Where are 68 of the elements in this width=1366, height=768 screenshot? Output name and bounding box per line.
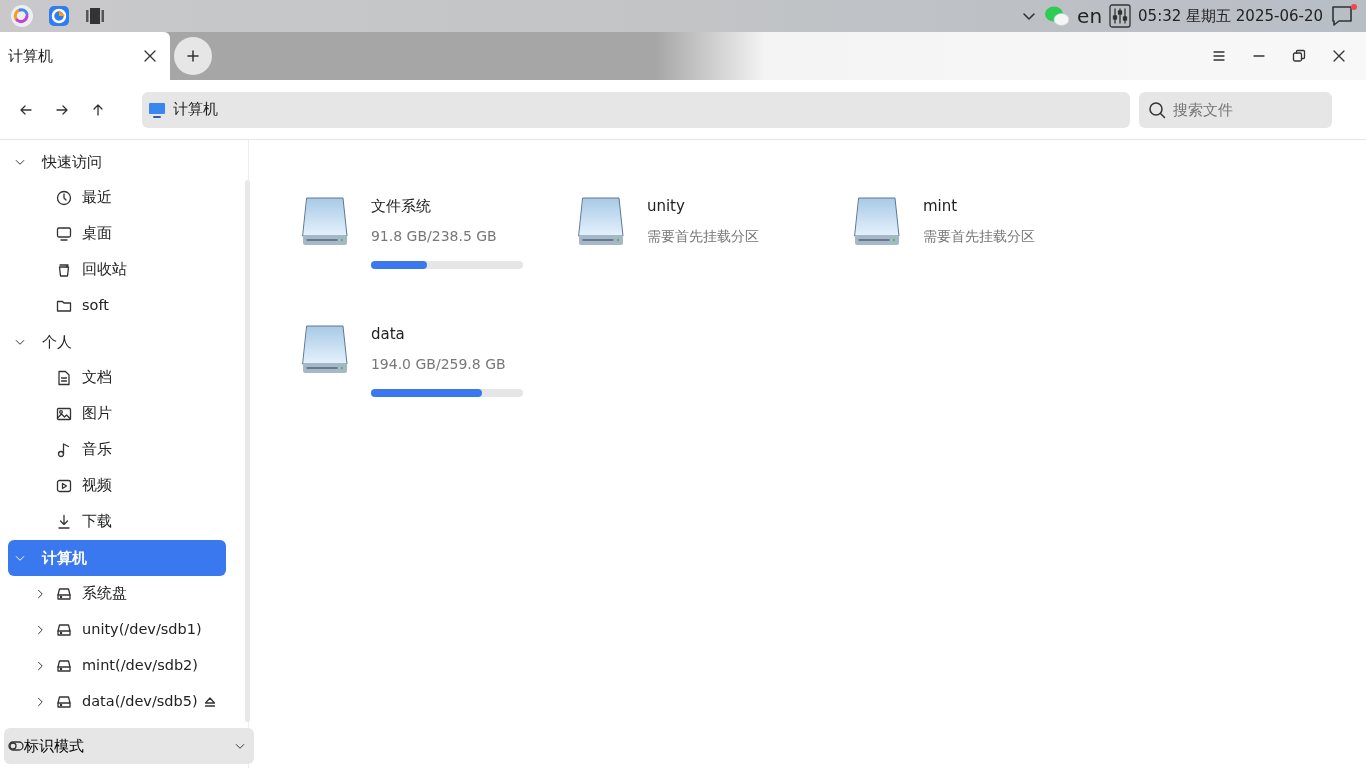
drive-icon — [56, 586, 72, 602]
window-switcher-icon[interactable] — [84, 5, 106, 27]
address-path[interactable]: 计算机 — [173, 98, 218, 121]
drive-name: data — [370, 324, 406, 345]
drive-icon — [56, 694, 72, 710]
drive-icon — [56, 622, 72, 638]
drive-name: mint — [922, 196, 959, 217]
drive-item[interactable]: mint 需要首先挂载分区 — [852, 195, 1129, 323]
drive-name: 文件系统 — [370, 196, 432, 217]
drive-detail: 需要首先挂载分区 — [922, 226, 1035, 246]
sidebar-item[interactable]: data(/dev/sdb5) — [8, 684, 226, 720]
clock-text[interactable]: 05:32 星期五 2025-06-20 — [1138, 4, 1323, 28]
drive-item[interactable]: unity 需要首先挂载分区 — [576, 195, 853, 323]
eject-icon[interactable] — [203, 696, 216, 708]
sidebar-item[interactable]: 桌面 — [8, 216, 226, 252]
monitor-icon — [148, 101, 166, 118]
address-bar[interactable]: 计算机 — [142, 91, 1130, 128]
input-method-indicator[interactable]: en — [1077, 1, 1103, 31]
sidebar-item[interactable]: 回收站 — [8, 252, 226, 288]
sidebar-item[interactable]: soft — [8, 288, 226, 324]
menu-icon — [1211, 48, 1227, 64]
pie-chart-app-icon[interactable] — [48, 5, 70, 27]
colorful-swirl-icon[interactable] — [10, 4, 34, 28]
hard-drive-icon — [576, 195, 625, 247]
sidebar-group-item[interactable]: 个人 — [8, 324, 226, 360]
trash-icon — [56, 262, 72, 278]
hard-drive-icon — [300, 323, 349, 375]
toggle-icon — [8, 740, 24, 752]
drive-detail: 91.8 GB/238.5 GB — [370, 226, 498, 246]
monitor-icon — [56, 226, 72, 242]
sidebar-group-item[interactable]: 计算机 — [8, 540, 226, 576]
drive-detail: 需要首先挂载分区 — [646, 226, 759, 246]
image-icon — [56, 406, 72, 422]
clock-icon — [56, 190, 72, 206]
plus-icon — [186, 50, 199, 62]
mode-dropdown[interactable]: 标识模式 — [4, 728, 254, 764]
sidebar-item[interactable]: mint(/dev/sdb2) — [8, 648, 226, 684]
search-field[interactable]: 搜索文件 — [1139, 91, 1332, 128]
drive-name: unity — [646, 196, 686, 217]
tab[interactable]: 计算机 — [0, 32, 170, 80]
sidebar-item[interactable]: 视频 — [8, 468, 226, 504]
hard-drive-icon — [300, 195, 349, 247]
sidebar-item[interactable]: 最近 — [8, 180, 226, 216]
search-icon — [1148, 100, 1166, 119]
restore-icon — [1291, 48, 1307, 64]
minimize-icon — [1253, 55, 1265, 57]
new-tab-button[interactable] — [173, 37, 212, 75]
close-icon — [1331, 48, 1347, 64]
sidebar-item[interactable]: unity(/dev/sdb1) — [8, 612, 226, 648]
drive-item[interactable]: 文件系统 91.8 GB/238.5 GB — [300, 195, 577, 323]
sidebar-item[interactable]: 图片 — [8, 396, 226, 432]
drive-icon — [56, 658, 72, 674]
sidebar-item[interactable]: 下载 — [8, 504, 226, 540]
download-icon — [56, 514, 72, 530]
sidebar-item[interactable]: 音乐 — [8, 432, 226, 468]
document-icon — [56, 370, 72, 386]
tab-label[interactable]: 计算机 — [8, 44, 53, 68]
sidebar-item[interactable]: 文档 — [8, 360, 226, 396]
close-icon[interactable] — [144, 50, 156, 62]
folder-icon — [56, 298, 72, 314]
sidebar-group-item[interactable]: 快速访问 — [8, 144, 226, 180]
sidebar-item[interactable]: 系统盘 — [8, 576, 226, 612]
drive-item[interactable]: data 194.0 GB/259.8 GB — [300, 323, 577, 451]
hard-drive-icon — [852, 195, 901, 247]
music-note-icon — [56, 442, 72, 458]
drive-detail: 194.0 GB/259.8 GB — [370, 354, 507, 374]
sliders-icon[interactable] — [1109, 4, 1132, 28]
video-play-icon — [56, 478, 72, 494]
